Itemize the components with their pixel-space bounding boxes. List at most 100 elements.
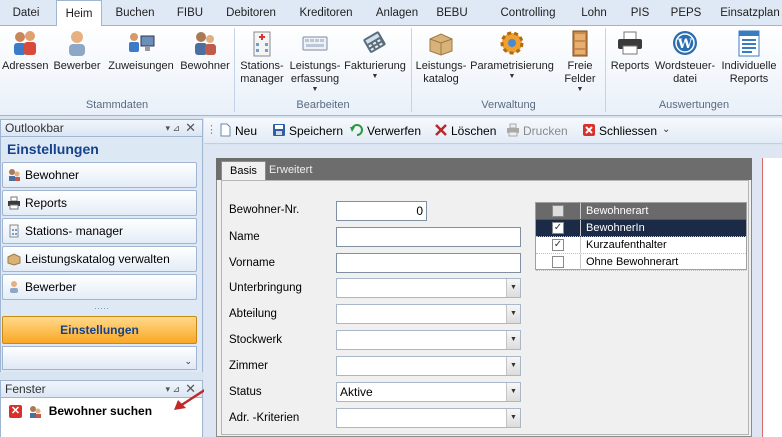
outlookbar-item-bewohner[interactable]: Bewohner (2, 162, 197, 188)
parametrisierung-button[interactable]: Parametrisierung ▼ (470, 28, 554, 81)
chevron-down-icon: ▼ (311, 86, 319, 93)
print-icon (507, 123, 519, 137)
adr-kriterien-select[interactable]: ▼ (336, 408, 521, 428)
tab-erweitert[interactable]: Erweitert (261, 161, 320, 180)
field-label: Status (229, 386, 262, 398)
dropdown-arrow-icon[interactable]: ▼ (506, 305, 520, 323)
outlookbar-header: Einstellungen (0, 138, 203, 160)
toolbar-overflow[interactable]: ⌄ (662, 124, 670, 135)
unterbringung-select[interactable]: ▼ (336, 278, 521, 298)
drucken-button[interactable]: Drucken (506, 123, 568, 138)
printer-icon (8, 196, 20, 210)
column-divider (580, 254, 581, 270)
report-list-icon (738, 30, 760, 57)
outlookbar-item-bewerber[interactable]: Bewerber (2, 274, 197, 300)
freie-felder-button[interactable]: Freie Felder ▼ (558, 28, 602, 94)
tab-basis[interactable]: Basis (221, 161, 266, 180)
close-window-icon[interactable]: ✕ (9, 405, 22, 419)
wordsteuerdatei-button[interactable]: W Wordsteuer- datei (653, 28, 717, 86)
ribbon-group-bearbeiten: Bearbeiten (296, 99, 350, 111)
grid-header: Bewohnerart (536, 203, 746, 220)
ribbon-group-verwaltung: Verwaltung (481, 99, 536, 111)
fakturierung-button[interactable]: Fakturierung ▼ (342, 28, 408, 81)
menu-tab-datei[interactable]: Datei (6, 0, 46, 26)
leistungskatalog-button[interactable]: Leistungs- katalog (414, 28, 468, 86)
chevron-down-icon: ▼ (576, 86, 584, 93)
wordpress-icon: W (673, 31, 697, 55)
outlookbar-item-reports[interactable]: Reports (2, 190, 197, 216)
neu-button[interactable]: Neu (218, 123, 257, 138)
menu-tab-kreditoren[interactable]: Kreditoren (295, 0, 357, 26)
name-field[interactable] (336, 227, 521, 247)
table-row[interactable]: Ohne Bewohnerart (536, 254, 746, 271)
row-checkbox[interactable] (552, 256, 564, 268)
individuelle-reports-button[interactable]: Individuelle Reports (718, 28, 780, 86)
leistungserfassung-button[interactable]: Leistungs- erfassung ▼ (288, 28, 342, 94)
field-label: Adr. -Kriterien (229, 412, 300, 424)
building-icon (9, 224, 19, 238)
status-select[interactable]: Aktive ▼ (336, 382, 521, 402)
users-computer-icon (129, 33, 155, 52)
zuweisungen-button[interactable]: Zuweisungen (106, 28, 176, 73)
dropdown-arrow-icon[interactable]: ▼ (506, 357, 520, 375)
zimmer-select[interactable]: ▼ (336, 356, 521, 376)
menu-tab-buchen[interactable]: Buchen (110, 0, 160, 26)
table-row[interactable]: ✓ BewohnerIn (536, 220, 746, 237)
person-icon (10, 281, 18, 293)
field-label: Bewohner-Nr. (229, 204, 300, 216)
menu-tab-controlling[interactable]: Controlling (496, 0, 560, 26)
splitter-dots[interactable]: ····· (0, 304, 203, 313)
dropdown-arrow-icon[interactable]: ▼ (506, 409, 520, 427)
fenster-item-bewohner-suchen[interactable]: ✕ Bewohner suchen (9, 404, 152, 419)
stockwerk-select[interactable]: ▼ (336, 330, 521, 350)
bewohner-nr-field[interactable]: 0 (336, 201, 427, 221)
outlookbar-item-stationsmanager[interactable]: Stations- manager (2, 218, 197, 244)
undo-icon (350, 124, 363, 136)
resident-icon (195, 32, 216, 55)
menu-tab-lohn[interactable]: Lohn (578, 0, 610, 26)
pin-icon[interactable]: ▾ ⊿ (165, 120, 180, 136)
menu-tab-einsatzplan[interactable]: Einsatzplan (718, 0, 782, 26)
adressen-button[interactable]: Adressen (2, 28, 48, 73)
speichern-button[interactable]: Speichern (272, 123, 343, 138)
delete-icon (435, 124, 447, 136)
cabinet-icon (572, 30, 588, 57)
outlookbar-overflow[interactable]: ⌄ (2, 346, 197, 370)
close-icon (583, 124, 595, 136)
close-icon[interactable]: ✕ (185, 120, 196, 136)
building-icon (253, 31, 271, 57)
right-panel-edge (762, 158, 782, 437)
save-icon (273, 124, 285, 136)
outlookbar-item-leistungskatalog[interactable]: Leistungskatalog verwalten (2, 246, 197, 272)
verwerfen-button[interactable]: Verwerfen (350, 123, 421, 138)
dropdown-arrow-icon[interactable]: ▼ (506, 383, 520, 401)
calculator-icon (363, 31, 386, 53)
menu-tab-bebu[interactable]: BEBU (432, 0, 472, 26)
fenster-title: Fenster (5, 382, 46, 396)
loeschen-button[interactable]: Löschen (434, 123, 496, 138)
select-all-checkbox[interactable] (552, 205, 564, 217)
ribbon: Adressen Bewerber Zuweisungen Bewohner S… (0, 26, 782, 116)
menu-tab-fibu[interactable]: FIBU (170, 0, 210, 26)
chevron-down-icon[interactable]: ⌄ (184, 356, 192, 367)
bewerber-button[interactable]: Bewerber (52, 28, 102, 73)
vorname-field[interactable] (336, 253, 521, 273)
schliessen-button[interactable]: Schliessen (582, 123, 657, 138)
stationsmanager-button[interactable]: Stations- manager (237, 28, 287, 86)
toolbar: ⋮ Neu Speichern Verwerfen Löschen Drucke… (204, 118, 782, 144)
abteilung-select[interactable]: ▼ (336, 304, 521, 324)
dropdown-arrow-icon[interactable]: ▼ (506, 279, 520, 297)
row-checkbox[interactable]: ✓ (552, 222, 564, 234)
menu-tab-anlagen[interactable]: Anlagen (372, 0, 422, 26)
menu-tab-heim[interactable]: Heim (56, 0, 102, 27)
menu-tab-pis[interactable]: PIS (626, 0, 654, 26)
table-row[interactable]: ✓ Kurzaufenthalter (536, 237, 746, 254)
menu-tab-peps[interactable]: PEPS (668, 0, 704, 26)
row-checkbox[interactable]: ✓ (552, 239, 564, 251)
bewohner-button[interactable]: Bewohner (179, 28, 231, 73)
outlookbar-active-section[interactable]: Einstellungen (2, 316, 197, 344)
dropdown-arrow-icon[interactable]: ▼ (506, 331, 520, 349)
gear-icon (500, 31, 524, 55)
reports-button[interactable]: Reports (608, 28, 652, 73)
menu-tab-debitoren[interactable]: Debitoren (222, 0, 280, 26)
